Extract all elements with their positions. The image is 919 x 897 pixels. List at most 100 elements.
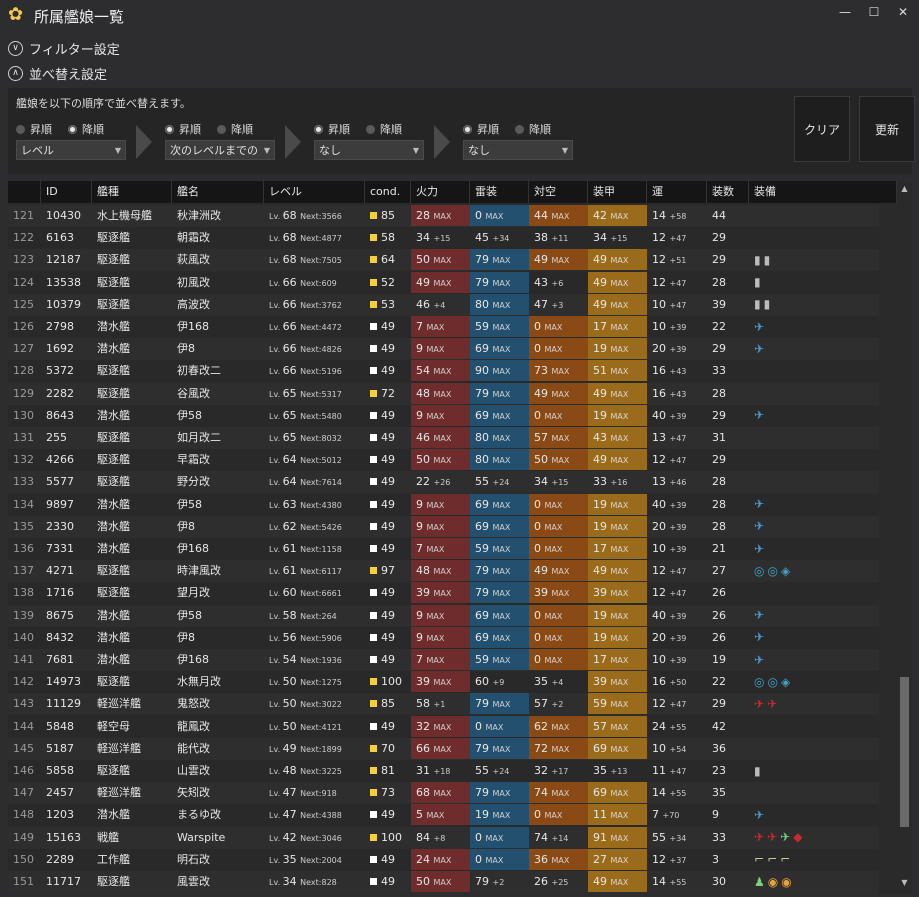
cell-ship-type: 軽空母 (97, 719, 130, 733)
update-button[interactable]: 更新 (859, 96, 915, 162)
table-row[interactable]: 141 7681 潜水艦 伊168 Lv. 54 Next:1936 49 7 MAX 59 … (8, 649, 879, 671)
column-header-id[interactable]: ID (41, 181, 92, 203)
scrollbar-thumb[interactable] (900, 677, 909, 827)
sort-3-asc-radio[interactable]: 昇順 (314, 121, 350, 137)
table-row[interactable]: 133 5577 駆逐艦 野分改 Lv. 64 Next:7614 49 22 +26 55 … (8, 471, 879, 494)
sort-1-select[interactable]: レベル ▼ (16, 140, 126, 160)
cell-torpedo: 79 MAX (470, 271, 529, 293)
cell-id: 5858 (46, 764, 74, 777)
table-row[interactable]: 122 6163 駆逐艦 朝霜改 Lv. 68 Next:4877 58 34 +15 45 … (8, 227, 879, 250)
table-row[interactable]: 138 1716 駆逐艦 望月改 Lv. 60 Next:6661 49 39 MAX 79 … (8, 582, 879, 605)
table-row[interactable]: 142 14973 駆逐艦 水無月改 Lv. 50 Next:1275 100 39 MAX… (8, 671, 879, 694)
table-row[interactable]: 144 5848 軽空母 龍鳳改 Lv. 50 Next:4121 49 32 MAX 0 M… (8, 715, 879, 738)
table-row[interactable]: 147 2457 軽巡洋艦 矢矧改 Lv. 47 Next:918 73 68 MAX 79 … (8, 782, 879, 805)
sort-1-asc-radio[interactable]: 昇順 (16, 121, 52, 137)
cell-id: 11717 (46, 875, 81, 888)
sort-2-desc-radio[interactable]: 降順 (217, 121, 253, 137)
cell-anti-air: 0 MAX (529, 649, 588, 670)
table-row[interactable]: 131 255 駆逐艦 如月改二 Lv. 65 Next:8032 49 46 MAX 80 … (8, 427, 879, 449)
column-header-firepower[interactable]: 火力 (411, 181, 470, 203)
table-row[interactable]: 150 2289 工作艦 明石改 Lv. 35 Next:2004 49 24 MAX 0 M… (8, 848, 879, 871)
column-header-slot-count[interactable]: 装数 (707, 181, 749, 203)
sort-4-asc-radio[interactable]: 昇順 (463, 121, 499, 137)
table-row[interactable]: 143 11129 軽巡洋艦 鬼怒改 Lv. 50 Next:3022 85 58 +1 79… (8, 693, 879, 716)
table-row[interactable]: 140 8432 潜水艦 伊8 Lv. 56 Next:5906 49 9 MAX 69 MA… (8, 626, 879, 649)
table-row[interactable]: 129 2282 駆逐艦 谷風改 Lv. 65 Next:5317 72 48 MAX 79 … (8, 382, 879, 405)
column-header-anti-air[interactable]: 対空 (529, 181, 588, 203)
table-row[interactable]: 130 8643 潜水艦 伊58 Lv. 65 Next:5480 49 9 MAX 69 M… (8, 404, 879, 427)
close-button[interactable]: ✕ (892, 3, 914, 21)
table-row[interactable]: 123 12187 駆逐艦 萩風改 Lv. 68 Next:7505 64 50 MAX 79… (8, 249, 879, 272)
table-row[interactable]: 136 7331 潜水艦 伊168 Lv. 61 Next:1158 49 7 MAX 59 … (8, 538, 879, 560)
table-row[interactable]: 134 9897 潜水艦 伊58 Lv. 63 Next:4380 49 9 MAX 69 M… (8, 493, 879, 516)
cell-ship-name: 初風改 (177, 275, 210, 289)
cell-id: 2282 (46, 386, 74, 400)
scroll-down-icon[interactable]: ▼ (897, 877, 912, 889)
table-row[interactable]: 146 5858 駆逐艦 山雲改 Lv. 48 Next:3225 81 31 +18 55 … (8, 760, 879, 782)
column-header-equipment[interactable]: 装備 (749, 181, 897, 203)
cell-equipment: ✈ (749, 627, 897, 648)
cell-luck: 40 +39 (652, 408, 687, 422)
cell-luck: 16 +50 (652, 675, 687, 689)
cell-cond: 100 (365, 671, 411, 692)
column-header-row-no[interactable] (8, 181, 41, 203)
submarine-torpedo-icon: ✈ (754, 341, 765, 356)
column-header-luck[interactable]: 運 (647, 181, 707, 203)
column-header-cond[interactable]: cond. (365, 181, 411, 203)
column-header-ship-type[interactable]: 艦種 (92, 181, 172, 203)
sort-2-select[interactable]: 次のレベルまでの ▼ (165, 140, 275, 160)
maximize-button[interactable]: ☐ (863, 3, 885, 21)
cell-row-no: 125 (13, 297, 34, 311)
sort-3-desc-radio[interactable]: 降順 (366, 121, 402, 137)
cell-ship-type: 潜水艦 (97, 519, 130, 533)
cell-level: Lv. 50 Next:3022 (269, 697, 342, 711)
cond-indicator-icon (370, 212, 377, 219)
table-row[interactable]: 124 13538 駆逐艦 初風改 Lv. 66 Next:609 52 49 MAX 79 … (8, 271, 879, 294)
table-row[interactable]: 125 10379 駆逐艦 高波改 Lv. 66 Next:3762 53 46 +4 80 … (8, 293, 879, 316)
table-row[interactable]: 135 2330 潜水艦 伊8 Lv. 62 Next:5426 49 9 MAX 69 MA… (8, 515, 879, 538)
sort-section-toggle[interactable]: ∧ 並べ替え設定 (8, 63, 107, 83)
cond-indicator-icon (370, 811, 377, 819)
cell-luck: 20 +39 (652, 630, 687, 644)
table-row[interactable]: 151 11717 駆逐艦 風雲改 Lv. 34 Next:828 49 50 MAX 79 … (8, 871, 879, 893)
table-row[interactable]: 137 4271 駆逐艦 時津風改 Lv. 61 Next:6117 97 48 MAX 79… (8, 560, 879, 583)
cell-firepower: 28 MAX (411, 205, 470, 226)
cell-armor: 49 MAX (588, 382, 647, 404)
table-row[interactable]: 121 10430 水上機母艦 秋津洲改 Lv. 68 Next:3566 85 28 MA… (8, 205, 879, 227)
sort-2-asc-radio[interactable]: 昇順 (165, 121, 201, 137)
cell-cond: 53 (365, 294, 411, 315)
column-header-torpedo[interactable]: 雷装 (470, 181, 529, 203)
radio-label: 昇順 (30, 123, 52, 136)
table-row[interactable]: 128 5372 駆逐艦 初春改二 Lv. 66 Next:5196 49 54 MAX 90… (8, 360, 879, 383)
clear-button[interactable]: クリア (794, 96, 850, 162)
column-header-ship-name[interactable]: 艦名 (172, 181, 264, 203)
cell-ship-name: 谷風改 (177, 386, 210, 400)
table-row[interactable]: 132 4266 駆逐艦 早霜改 Lv. 64 Next:5012 49 50 MAX 80 … (8, 449, 879, 472)
table-row[interactable]: 127 1692 潜水艦 伊8 Lv. 66 Next:4826 49 9 MAX 69 MA… (8, 338, 879, 361)
filter-section-toggle[interactable]: ∨ フィルター設定 (8, 38, 120, 58)
table-row[interactable]: 139 8675 潜水艦 伊58 Lv. 58 Next:264 49 9 MAX 69 MA… (8, 604, 879, 627)
cell-torpedo: 0 MAX (470, 205, 529, 226)
cell-slot-count: 27 (712, 564, 726, 578)
cell-firepower: 46 MAX (411, 427, 470, 448)
scroll-up-icon[interactable]: ▲ (897, 183, 912, 195)
table-row[interactable]: 126 2798 潜水艦 伊168 Lv. 66 Next:4472 49 7 MAX 59 … (8, 316, 879, 338)
cell-torpedo: 55 +24 (475, 764, 510, 777)
sort-4-desc-radio[interactable]: 降順 (515, 121, 551, 137)
sonar-icon: ◈ (780, 674, 791, 689)
table-row[interactable]: 148 1203 潜水艦 まるゆ改 Lv. 47 Next:4388 49 5 MAX 19 … (8, 804, 879, 827)
sort-3-select[interactable]: なし ▼ (314, 140, 424, 160)
cell-ship-type: 潜水艦 (97, 408, 130, 422)
cell-id: 5187 (46, 741, 74, 755)
table-row[interactable]: 149 15163 戦艦 Warspite Lv. 42 Next:3046 100 84 … (8, 826, 879, 849)
minimize-button[interactable]: — (834, 3, 856, 21)
column-header-level[interactable]: レベル (264, 181, 365, 203)
cell-luck: 16 +43 (652, 386, 687, 400)
sort-4-select[interactable]: なし ▼ (463, 140, 573, 160)
table-row[interactable]: 145 5187 軽巡洋艦 能代改 Lv. 49 Next:1899 70 66 MAX 79… (8, 737, 879, 760)
ap-shell-icon: ◆ (793, 830, 803, 845)
sort-1-desc-radio[interactable]: 降順 (68, 121, 104, 137)
cell-ship-type: 駆逐艦 (97, 586, 130, 600)
vertical-scrollbar[interactable]: ▲ ▼ (897, 181, 912, 893)
column-header-armor[interactable]: 装甲 (588, 181, 647, 203)
